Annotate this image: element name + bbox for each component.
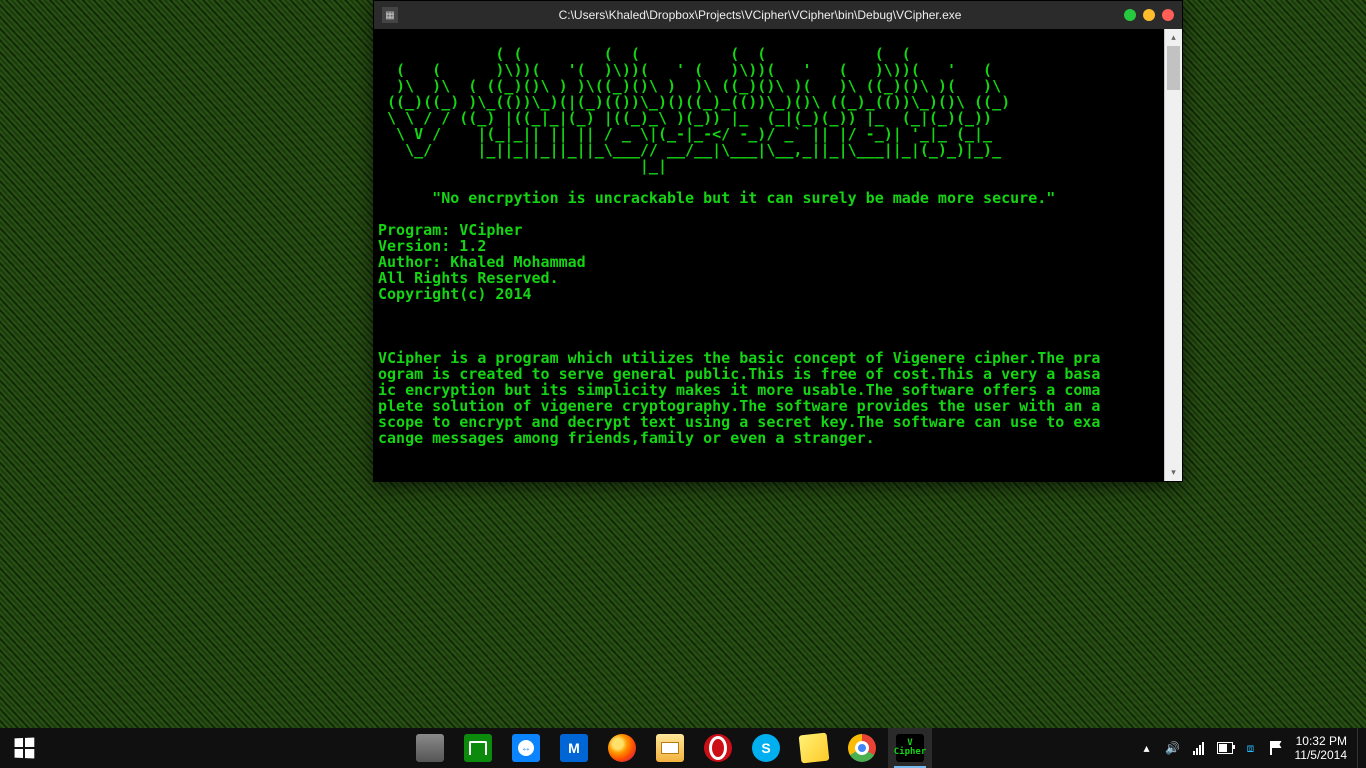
- window-title: C:\Users\Khaled\Dropbox\Projects\VCipher…: [404, 8, 1116, 22]
- window-maximize-button[interactable]: [1143, 9, 1155, 21]
- scroll-up-button[interactable]: ▴: [1165, 29, 1182, 46]
- battery-icon[interactable]: [1217, 740, 1233, 756]
- skype-app-icon: S: [752, 734, 780, 762]
- tray-chevron-icon[interactable]: ▴: [1139, 740, 1155, 756]
- system-tray: ▴ 🔊 ⧈: [1133, 740, 1291, 756]
- scroll-thumb[interactable]: [1167, 46, 1180, 90]
- store-app-icon: [464, 734, 492, 762]
- vcipher-app[interactable]: V Cipher: [888, 728, 932, 768]
- opera-app[interactable]: [696, 728, 740, 768]
- show-desktop-button[interactable]: [1357, 728, 1366, 768]
- sticky-notes-app[interactable]: [792, 728, 836, 768]
- chrome-app-icon: [848, 734, 876, 762]
- chrome-app[interactable]: [840, 728, 884, 768]
- dropbox-tray-icon[interactable]: ⧈: [1243, 740, 1259, 756]
- sticky-notes-app-icon: [799, 733, 830, 764]
- file-explorer-app[interactable]: [648, 728, 692, 768]
- console-output[interactable]: ( ( ( ( ( ( ( ( ( ( )\))( '( )\))( ' ( )…: [374, 44, 1164, 466]
- vcipher-app-icon: V Cipher: [896, 734, 924, 762]
- taskbar-app-area: ↔ M S V Cipher: [408, 728, 932, 768]
- window-controls: [1124, 9, 1174, 21]
- teamviewer-app-icon: ↔: [512, 734, 540, 762]
- clock-time: 10:32 PM: [1295, 734, 1348, 748]
- windows-logo-icon: [15, 738, 35, 759]
- firefox-app[interactable]: [600, 728, 644, 768]
- taskbar: ↔ M S V Cipher ▴ 🔊 ⧈ 10:32 PM 11/5/2014: [0, 728, 1366, 768]
- file-explorer-app-icon: [656, 734, 684, 762]
- skype-app[interactable]: S: [744, 728, 788, 768]
- window-titlebar[interactable]: ▦ C:\Users\Khaled\Dropbox\Projects\VCiph…: [374, 1, 1182, 29]
- window-minimize-button[interactable]: [1124, 9, 1136, 21]
- server-app[interactable]: [408, 728, 452, 768]
- clock-date: 11/5/2014: [1295, 748, 1348, 762]
- window-app-icon: ▦: [382, 7, 398, 23]
- wifi-icon[interactable]: [1191, 740, 1207, 756]
- malwarebytes-app-icon: M: [560, 734, 588, 762]
- window-close-button[interactable]: [1162, 9, 1174, 21]
- store-app[interactable]: [456, 728, 500, 768]
- action-center-icon[interactable]: [1269, 740, 1285, 756]
- console-client-area: ( ( ( ( ( ( ( ( ( ( )\))( '( )\))( ' ( )…: [374, 29, 1182, 481]
- scroll-track[interactable]: [1165, 46, 1182, 464]
- server-app-icon: [416, 734, 444, 762]
- malwarebytes-app[interactable]: M: [552, 728, 596, 768]
- vertical-scrollbar[interactable]: ▴ ▾: [1164, 29, 1182, 481]
- speaker-icon[interactable]: 🔊: [1165, 740, 1181, 756]
- firefox-app-icon: [608, 734, 636, 762]
- teamviewer-app[interactable]: ↔: [504, 728, 548, 768]
- taskbar-clock[interactable]: 10:32 PM 11/5/2014: [1291, 734, 1358, 762]
- start-button[interactable]: [0, 728, 48, 768]
- console-window: ▦ C:\Users\Khaled\Dropbox\Projects\VCiph…: [373, 0, 1183, 482]
- opera-app-icon: [704, 734, 732, 762]
- scroll-down-button[interactable]: ▾: [1165, 464, 1182, 481]
